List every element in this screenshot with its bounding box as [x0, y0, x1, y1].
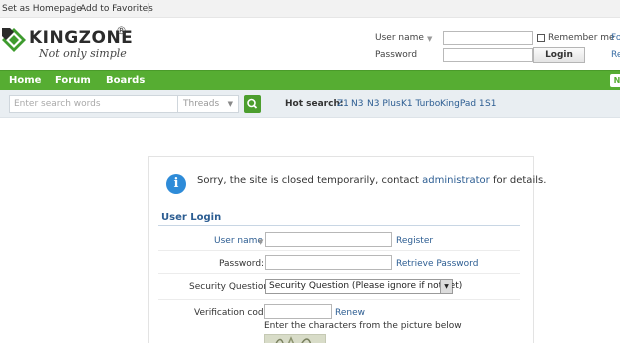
login-button[interactable]: Login — [533, 47, 585, 63]
hot-search-term[interactable]: S1 — [485, 99, 496, 109]
search-icon — [247, 98, 258, 109]
main-nav: Home Forum Boards N — [0, 70, 620, 90]
hot-search-term[interactable]: N3 Plus — [367, 99, 401, 109]
header-password-input[interactable] — [443, 48, 533, 62]
header-username-label[interactable]: User name — [375, 33, 424, 43]
nav-home[interactable]: Home — [9, 75, 41, 86]
login-password-label: Password: — [219, 259, 265, 269]
header-username-input[interactable] — [443, 31, 533, 45]
hot-search-term[interactable]: N3 — [351, 99, 363, 109]
user-login-title: User Login — [161, 212, 222, 223]
divider — [158, 273, 520, 274]
administrator-link[interactable]: administrator — [422, 175, 490, 186]
chevron-down-icon[interactable]: ▼ — [427, 35, 432, 43]
search-scope-select[interactable]: Threads ▼ — [177, 95, 239, 113]
header-password-label: Password — [375, 50, 418, 60]
info-icon: i — [166, 174, 186, 194]
divider — [158, 225, 520, 226]
forgot-link[interactable]: Fo — [611, 33, 620, 43]
site-closed-message: Sorry, the site is closed temporarily, c… — [197, 175, 546, 186]
nav-right-badge[interactable]: N — [610, 74, 620, 87]
set-homepage-link[interactable]: Set as Homepage — [2, 4, 82, 14]
security-question-label: Security Question: — [189, 282, 273, 292]
hot-search-term[interactable]: Z1 — [337, 99, 349, 109]
security-question-select[interactable]: Security Question (Please ignore if not … — [265, 279, 462, 294]
register-link[interactable]: Re — [611, 50, 620, 60]
registered-mark: ® — [116, 24, 127, 37]
chevron-down-icon[interactable]: ▼ — [440, 280, 452, 293]
verification-code-input[interactable] — [264, 304, 332, 319]
renew-captcha-link[interactable]: Renew — [335, 308, 365, 318]
hot-search-term[interactable]: K1 Turbo — [401, 99, 440, 109]
login-username-label[interactable]: User name — [214, 236, 263, 246]
login-username-input[interactable] — [265, 232, 392, 247]
remember-me-label[interactable]: Remember me — [548, 33, 615, 43]
captcha-pattern — [275, 336, 312, 343]
hot-search-label: Hot search: — [285, 99, 344, 109]
divider — [75, 3, 76, 13]
verification-code-label: Verification code: — [194, 308, 273, 318]
nav-boards[interactable]: Boards — [106, 75, 145, 86]
security-question-value: Security Question (Please ignore if not … — [269, 281, 463, 291]
retrieve-password-link[interactable]: Retrieve Password — [396, 259, 478, 269]
search-input[interactable]: Enter search words — [9, 95, 177, 113]
register-link[interactable]: Register — [396, 236, 433, 246]
kingzone-logo-icon[interactable] — [2, 28, 26, 52]
chevron-down-icon: ▼ — [227, 100, 233, 108]
divider — [148, 3, 149, 13]
login-password-input[interactable] — [265, 255, 392, 270]
top-links-bar: Set as Homepage Add to Favorites — [0, 0, 620, 18]
search-scope-value: Threads — [183, 99, 220, 109]
hot-search-term[interactable]: KingPad 1 — [440, 99, 485, 109]
search-button[interactable] — [244, 95, 261, 113]
remember-me-checkbox[interactable] — [537, 34, 545, 42]
brand-tagline: Not only simple — [39, 47, 127, 60]
divider — [158, 250, 520, 251]
nav-forum[interactable]: Forum — [55, 75, 91, 86]
notice-text: Sorry, the site is closed temporarily, c… — [197, 175, 423, 186]
captcha-hint: Enter the characters from the picture be… — [264, 321, 462, 331]
captcha-image[interactable] — [264, 334, 326, 343]
add-favorites-link[interactable]: Add to Favorites — [80, 4, 153, 14]
chevron-down-icon[interactable]: ▼ — [258, 238, 263, 246]
divider — [158, 299, 520, 300]
notice-text: for details. — [489, 175, 547, 186]
